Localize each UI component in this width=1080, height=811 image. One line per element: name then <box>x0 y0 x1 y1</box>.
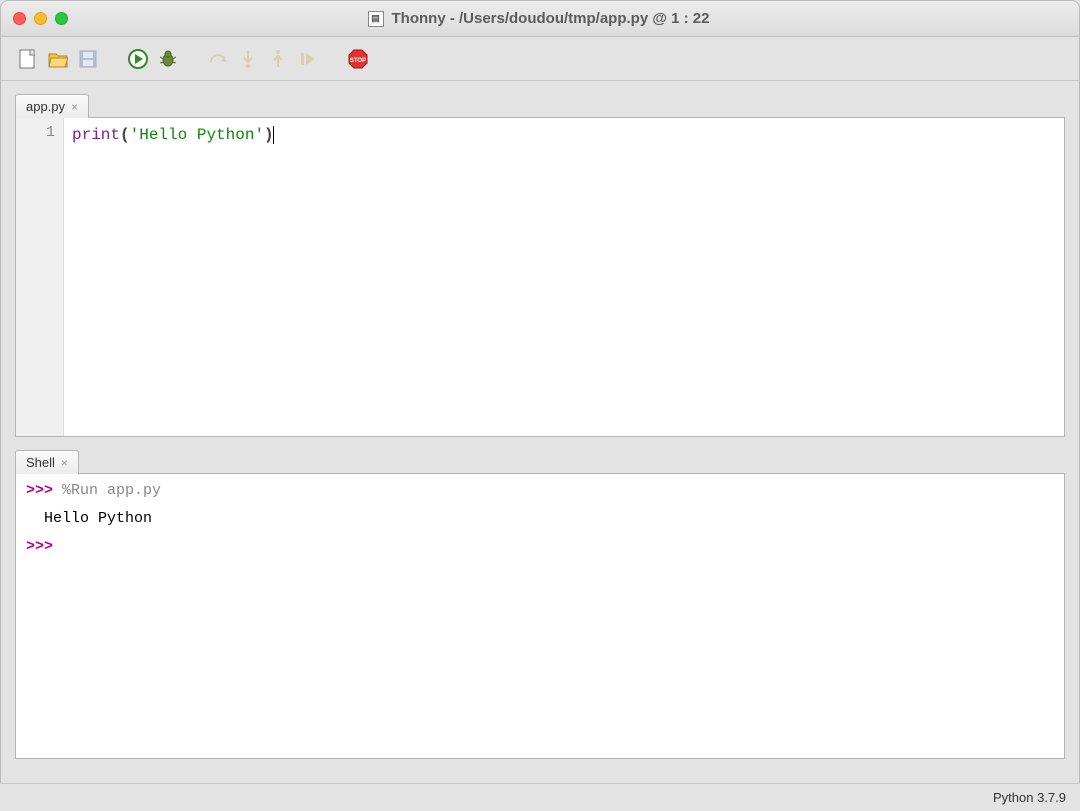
tab-label: Shell <box>26 455 55 470</box>
fullscreen-window-button[interactable] <box>55 12 68 25</box>
code-area[interactable]: print('Hello Python') <box>64 118 1064 436</box>
text-cursor <box>273 126 275 144</box>
resume-icon[interactable] <box>297 48 319 70</box>
window-title: Thonny - /Users/doudou/tmp/app.py @ 1 : … <box>392 10 710 27</box>
editor-tab-row: app.py × <box>15 91 1065 117</box>
svg-text:STOP: STOP <box>350 58 366 64</box>
token-function: print <box>72 126 120 144</box>
token-string: 'Hello Python' <box>130 126 264 144</box>
step-into-icon[interactable] <box>237 48 259 70</box>
editor-panel: app.py × 1 print('Hello Python') <box>15 91 1065 437</box>
shell-prompt: >>> <box>26 482 53 499</box>
shell-output: Hello Python <box>26 508 1054 530</box>
status-bar: Python 3.7.9 <box>0 783 1080 811</box>
python-version-label[interactable]: Python 3.7.9 <box>993 790 1066 805</box>
toolbar: STOP <box>1 37 1079 81</box>
run-icon[interactable] <box>127 48 149 70</box>
save-icon[interactable] <box>77 48 99 70</box>
step-over-icon[interactable] <box>207 48 229 70</box>
traffic-lights <box>13 12 68 25</box>
shell-line: >>> %Run app.py <box>26 480 1054 502</box>
shell-line: >>> <box>26 536 1054 558</box>
tab-label: app.py <box>26 99 65 114</box>
shell-body[interactable]: >>> %Run app.py Hello Python >>> <box>15 473 1065 759</box>
new-file-icon[interactable] <box>17 48 39 70</box>
open-file-icon[interactable] <box>47 48 69 70</box>
stop-icon[interactable]: STOP <box>347 48 369 70</box>
window-title-area: ▤ Thonny - /Users/doudou/tmp/app.py @ 1 … <box>68 10 1009 27</box>
shell-panel: Shell × >>> %Run app.py Hello Python >>> <box>15 447 1065 759</box>
editor-body: 1 print('Hello Python') <box>15 117 1065 437</box>
app-file-icon: ▤ <box>368 11 384 27</box>
line-number: 1 <box>16 124 55 141</box>
minimize-window-button[interactable] <box>34 12 47 25</box>
shell-tab-row: Shell × <box>15 447 1065 473</box>
shell-run-command: %Run app.py <box>62 482 161 499</box>
step-out-icon[interactable] <box>267 48 289 70</box>
close-tab-icon[interactable]: × <box>71 100 78 114</box>
tab-shell[interactable]: Shell × <box>15 450 79 474</box>
shell-prompt: >>> <box>26 538 53 555</box>
tab-app-py[interactable]: app.py × <box>15 94 89 118</box>
debug-icon[interactable] <box>157 48 179 70</box>
title-bar: ▤ Thonny - /Users/doudou/tmp/app.py @ 1 … <box>1 1 1079 37</box>
close-tab-icon[interactable]: × <box>61 456 68 470</box>
close-window-button[interactable] <box>13 12 26 25</box>
line-gutter: 1 <box>16 118 64 436</box>
token-paren-open: ( <box>120 126 130 144</box>
